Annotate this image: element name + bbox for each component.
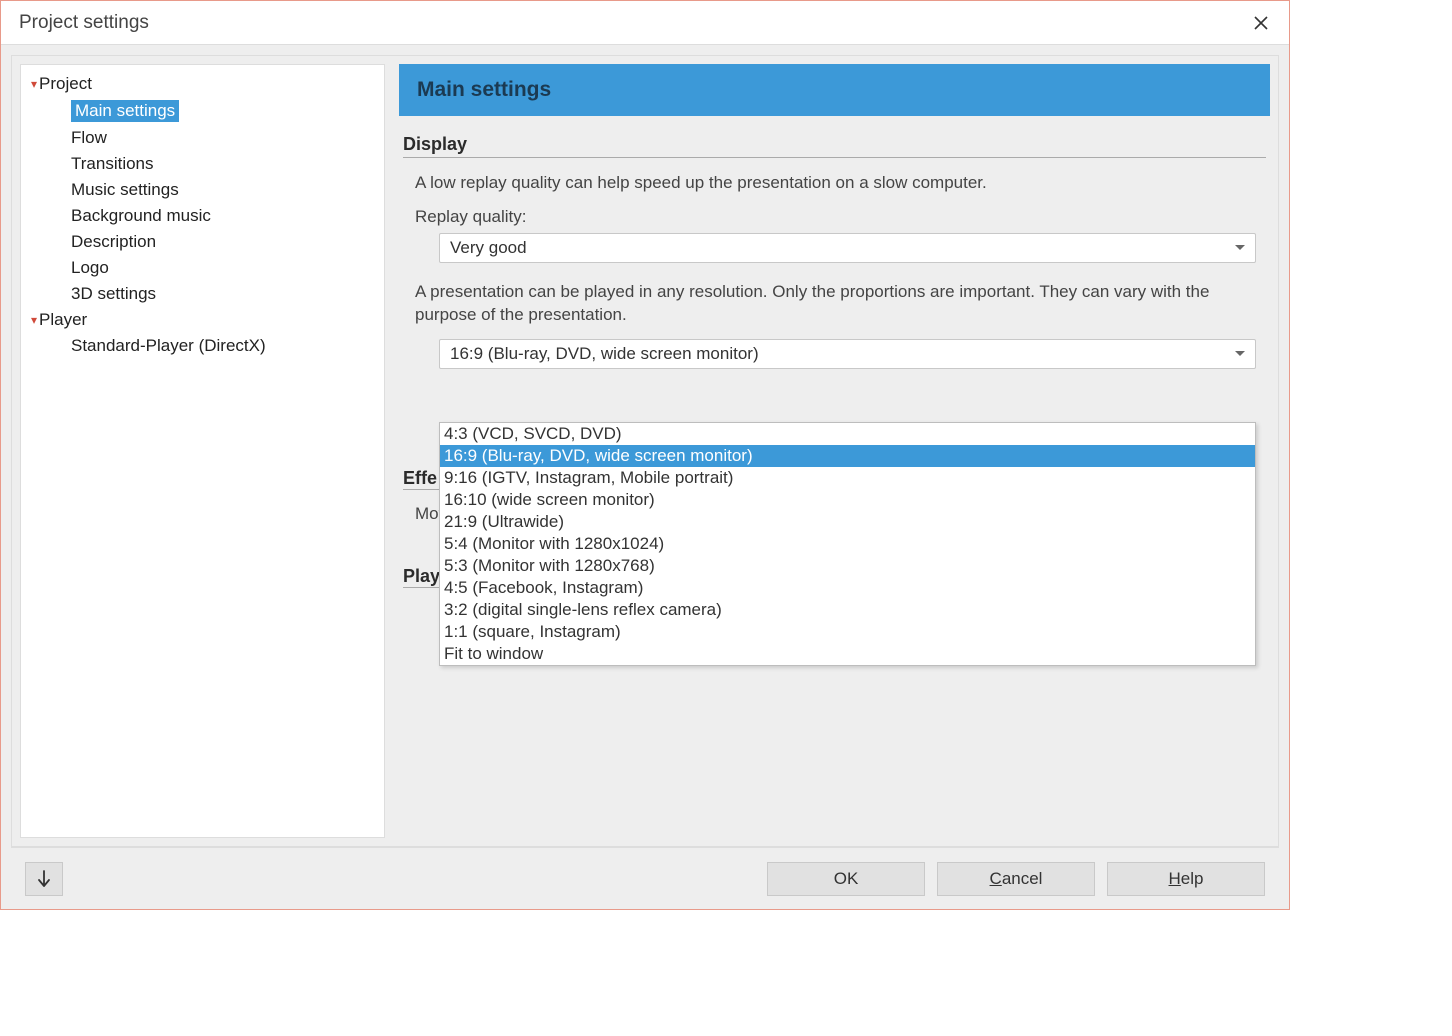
- aspect-option[interactable]: 16:9 (Blu-ray, DVD, wide screen monitor): [440, 445, 1255, 467]
- tree-label: Music settings: [71, 180, 179, 200]
- nav-tree[interactable]: ▾ Project Main settings Flow Transitions Mu…: [20, 64, 385, 838]
- select-value: 16:9 (Blu-ray, DVD, wide screen monitor): [450, 344, 759, 364]
- aspect-ratio-dropdown[interactable]: 4:3 (VCD, SVCD, DVD)16:9 (Blu-ray, DVD, …: [439, 422, 1256, 666]
- section-player-partial: Play: [403, 566, 439, 588]
- tree-item-transitions[interactable]: Transitions: [21, 151, 384, 177]
- replay-quality-select[interactable]: Very good: [439, 233, 1256, 263]
- quality-label: Replay quality:: [415, 207, 1254, 227]
- section-display: Display: [403, 132, 1266, 158]
- section-effects-partial: Effe: [403, 468, 439, 490]
- tree-label: Background music: [71, 206, 211, 226]
- tree-item-flow[interactable]: Flow: [21, 125, 384, 151]
- chevron-down-icon: ▾: [31, 77, 37, 91]
- tree-label: Main settings: [71, 100, 179, 122]
- footer: OK Cancel Help: [11, 847, 1279, 909]
- aspect-option[interactable]: 3:2 (digital single-lens reflex camera): [440, 599, 1255, 621]
- tree-label: Standard-Player (DirectX): [71, 336, 266, 356]
- ok-button[interactable]: OK: [767, 862, 925, 896]
- help-button[interactable]: Help: [1107, 862, 1265, 896]
- tree-label: Description: [71, 232, 156, 252]
- tree-node-project[interactable]: ▾ Project: [21, 71, 384, 97]
- button-label: Help: [1169, 869, 1204, 889]
- tree-label: Transitions: [71, 154, 154, 174]
- tree-label: Flow: [71, 128, 107, 148]
- tree-item-description[interactable]: Description: [21, 229, 384, 255]
- tree-label: Logo: [71, 258, 109, 278]
- cancel-button[interactable]: Cancel: [937, 862, 1095, 896]
- chevron-down-icon: ▾: [31, 313, 37, 327]
- chevron-down-icon: [1235, 351, 1245, 356]
- chevron-down-icon: [1235, 245, 1245, 250]
- aspect-description: A presentation can be played in any reso…: [415, 281, 1254, 327]
- aspect-option[interactable]: 1:1 (square, Instagram): [440, 621, 1255, 643]
- content-panel: Main settings Display A low replay quali…: [399, 64, 1270, 838]
- tree-item-logo[interactable]: Logo: [21, 255, 384, 281]
- dialog-body: ▾ Project Main settings Flow Transitions Mu…: [11, 55, 1279, 847]
- aspect-option[interactable]: 9:16 (IGTV, Instagram, Mobile portrait): [440, 467, 1255, 489]
- tree-label: 3D settings: [71, 284, 156, 304]
- select-value: Very good: [450, 238, 527, 258]
- titlebar: Project settings: [1, 1, 1289, 45]
- tree-item-music-settings[interactable]: Music settings: [21, 177, 384, 203]
- aspect-option[interactable]: 21:9 (Ultrawide): [440, 511, 1255, 533]
- dialog-window: Project settings ▾ Project Main settings…: [0, 0, 1290, 910]
- motion-label-partial: Mot: [415, 504, 439, 524]
- tree-node-player[interactable]: ▾ Player: [21, 307, 384, 333]
- tree-item-standard-player-directx-[interactable]: Standard-Player (DirectX): [21, 333, 384, 359]
- tree-label: Project: [39, 74, 92, 94]
- tree-item-background-music[interactable]: Background music: [21, 203, 384, 229]
- aspect-option[interactable]: Fit to window: [440, 643, 1255, 665]
- tree-label: Player: [39, 310, 87, 330]
- quality-description: A low replay quality can help speed up t…: [415, 172, 1254, 195]
- aspect-option[interactable]: 16:10 (wide screen monitor): [440, 489, 1255, 511]
- aspect-option[interactable]: 4:5 (Facebook, Instagram): [440, 577, 1255, 599]
- close-button[interactable]: [1241, 3, 1281, 43]
- aspect-ratio-select[interactable]: 16:9 (Blu-ray, DVD, wide screen monitor): [439, 339, 1256, 369]
- down-arrow-button[interactable]: [25, 862, 63, 896]
- tree-item-3d-settings[interactable]: 3D settings: [21, 281, 384, 307]
- button-label: OK: [834, 869, 859, 889]
- window-title: Project settings: [19, 12, 1241, 34]
- tree-item-main-settings[interactable]: Main settings: [21, 97, 384, 125]
- page-title: Main settings: [399, 64, 1270, 116]
- aspect-option[interactable]: 4:3 (VCD, SVCD, DVD): [440, 423, 1255, 445]
- button-label: Cancel: [990, 869, 1043, 889]
- aspect-option[interactable]: 5:3 (Monitor with 1280x768): [440, 555, 1255, 577]
- aspect-option[interactable]: 5:4 (Monitor with 1280x1024): [440, 533, 1255, 555]
